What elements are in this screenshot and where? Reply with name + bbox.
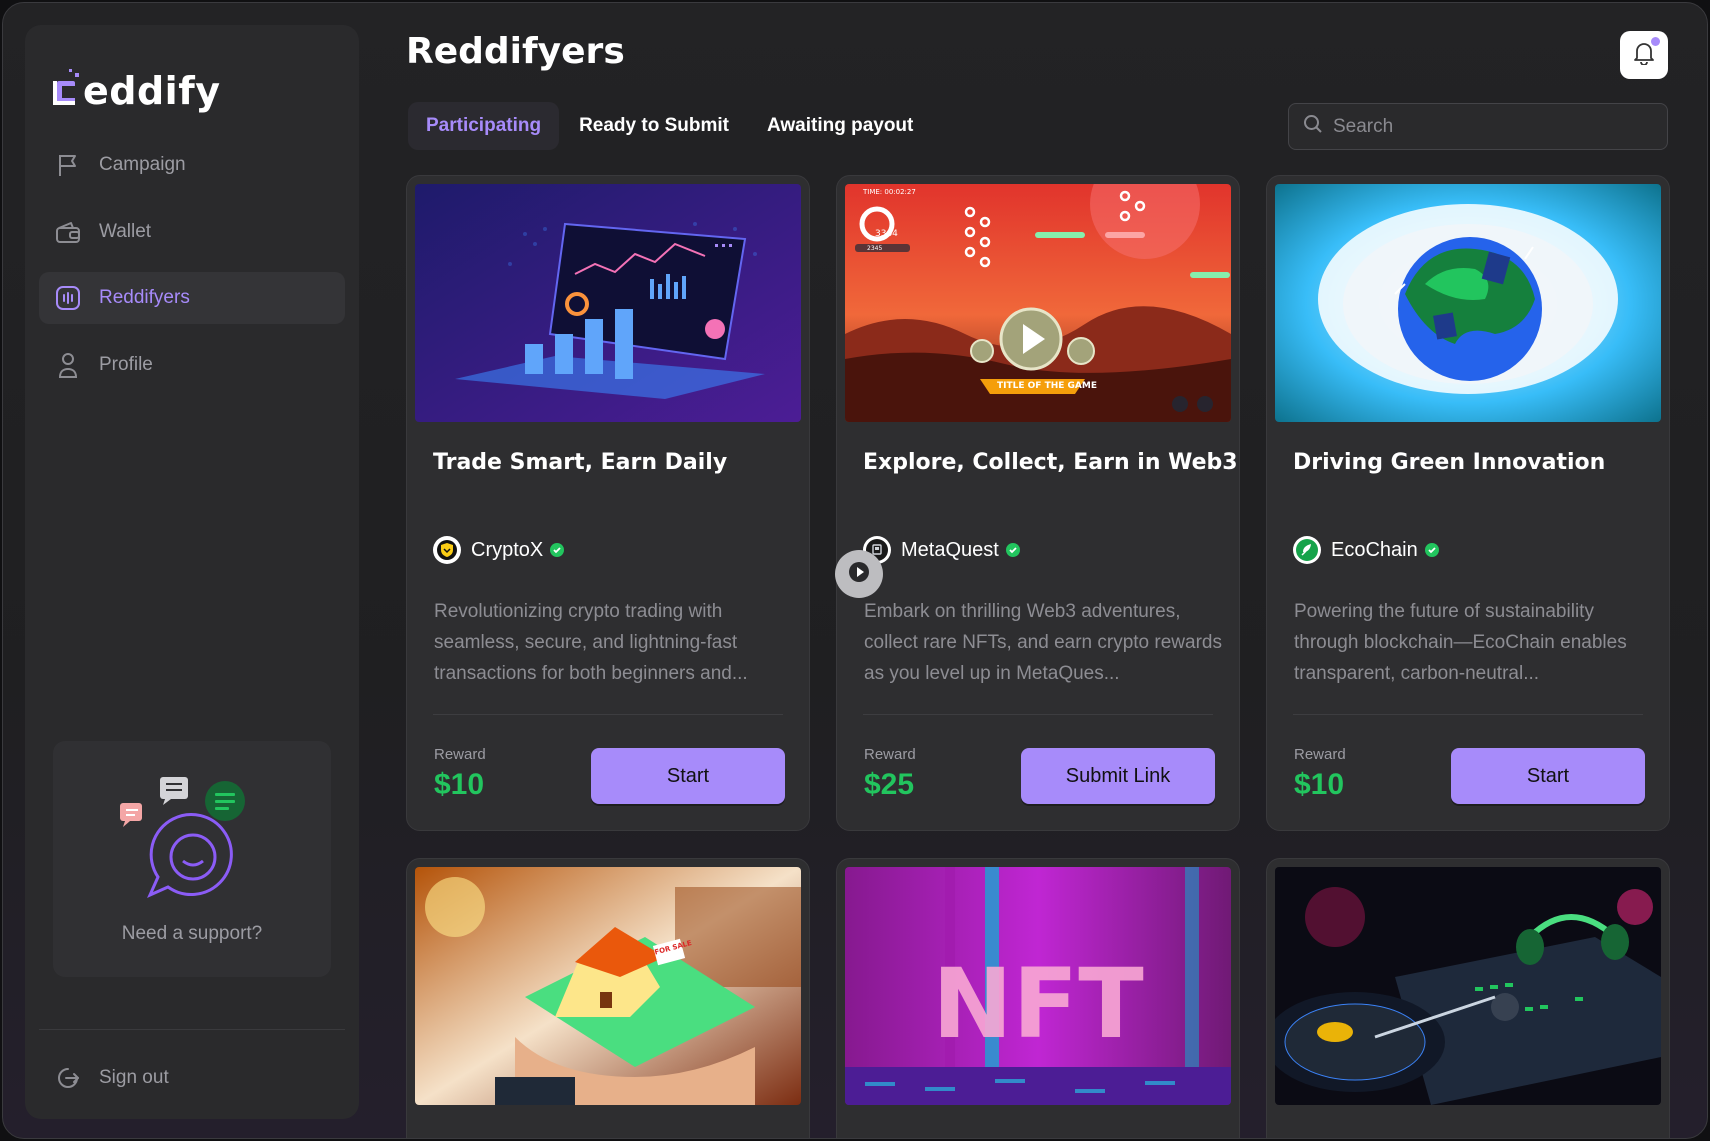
reward-value: $10 <box>1294 768 1345 801</box>
tab-bar: Participating Ready to Submit Awaiting p… <box>408 102 933 150</box>
game-score-text: 3364 <box>875 229 898 239</box>
support-label: Need a support? <box>121 923 263 944</box>
sidebar-item-wallet[interactable]: Wallet <box>39 206 345 258</box>
trading-dashboard-image <box>415 184 801 422</box>
brand-name: CryptoX <box>471 538 544 561</box>
campaign-card[interactable]: Trade Smart, Earn Daily CryptoX Revoluti… <box>406 175 810 831</box>
verified-badge-icon <box>1424 542 1440 558</box>
game-time-text: TIME: 00:02:27 <box>862 188 916 196</box>
campaign-title: Driving Green Innovation <box>1293 450 1606 475</box>
sidebar-nav: Campaign Wallet Reddifyers Profile <box>39 139 345 405</box>
audio-wave-icon <box>55 285 81 311</box>
tab-awaiting-payout[interactable]: Awaiting payout <box>749 102 931 150</box>
game-banner-text: TITLE OF THE GAME <box>997 381 1097 391</box>
card-divider <box>1293 714 1643 715</box>
play-icon <box>849 561 869 587</box>
reward-value: $25 <box>864 768 915 801</box>
brand-name: MetaQuest <box>901 538 999 561</box>
sign-out-label: Sign out <box>99 1067 169 1088</box>
notifications-button[interactable] <box>1620 31 1668 79</box>
reward-value: $10 <box>434 768 485 801</box>
brand: MetaQuest <box>863 536 1021 564</box>
cryptox-logo-icon <box>433 536 461 564</box>
page-title: Reddifyers <box>406 31 625 72</box>
nft-overlay-text: NFT <box>932 948 1143 1060</box>
sidebar: eddify Campaign Wallet Reddifyers Profil… <box>25 25 359 1119</box>
card-divider <box>433 714 783 715</box>
brand-name: EcoChain <box>1331 538 1418 561</box>
game-sub-text: 2345 <box>867 245 882 252</box>
logo-text: eddify <box>83 69 221 113</box>
ecochain-logo-icon <box>1293 536 1321 564</box>
search-icon <box>1303 114 1323 139</box>
wallet-icon <box>55 219 81 245</box>
start-button[interactable]: Start <box>591 748 785 804</box>
sign-out-icon <box>55 1065 81 1091</box>
reward-label: Reward <box>434 746 486 763</box>
reward-label: Reward <box>1294 746 1346 763</box>
sidebar-item-reddifyers[interactable]: Reddifyers <box>39 272 345 324</box>
campaign-description: Powering the future of sustainability th… <box>1294 601 1627 684</box>
sidebar-item-campaign[interactable]: Campaign <box>39 139 345 191</box>
verified-badge-icon <box>1005 542 1021 558</box>
nft-neon-image: NFT <box>845 867 1231 1105</box>
campaign-title: Trade Smart, Earn Daily <box>433 450 728 475</box>
campaign-description: Revolutionizing crypto trading with seam… <box>434 601 748 684</box>
campaign-title: Explore, Collect, Earn in Web3 <box>863 450 1238 475</box>
app-window: eddify Campaign Wallet Reddifyers Profil… <box>2 2 1708 1139</box>
logo[interactable]: eddify <box>53 51 293 123</box>
campaign-card[interactable]: FOR SALE <box>406 858 810 1138</box>
sidebar-item-label: Reddifyers <box>99 287 190 308</box>
campaign-card[interactable]: Driving Green Innovation EcoChain Poweri… <box>1266 175 1670 831</box>
campaign-card[interactable]: TIME: 00:02:27 3364 2345 TITLE OF THE GA… <box>836 175 1240 831</box>
brand: CryptoX <box>433 536 565 564</box>
campaign-card[interactable]: NFT <box>836 858 1240 1138</box>
house-on-phone-image: FOR SALE <box>415 867 801 1105</box>
sidebar-item-label: Campaign <box>99 154 186 175</box>
logo-mark-icon <box>53 65 81 109</box>
user-icon <box>55 352 81 378</box>
notification-dot <box>1651 37 1660 46</box>
flag-icon <box>55 152 81 178</box>
card-divider <box>863 714 1213 715</box>
reward-label: Reward <box>864 746 916 763</box>
start-button[interactable]: Start <box>1451 748 1645 804</box>
sign-out-button[interactable]: Sign out <box>55 1065 169 1091</box>
tab-ready-to-submit[interactable]: Ready to Submit <box>561 102 747 150</box>
play-button[interactable] <box>835 550 883 598</box>
sidebar-item-label: Profile <box>99 353 153 375</box>
campaign-card[interactable] <box>1266 858 1670 1138</box>
green-planet-image <box>1275 184 1661 422</box>
sidebar-divider <box>39 1029 345 1030</box>
campaign-description: Embark on thrilling Web3 adventures, col… <box>864 601 1222 684</box>
chat-support-icon <box>113 769 263 909</box>
dj-turntable-image <box>1275 867 1661 1105</box>
sidebar-item-profile[interactable]: Profile <box>39 339 345 391</box>
sidebar-item-label: Wallet <box>99 220 152 242</box>
search-input[interactable] <box>1333 115 1653 138</box>
tab-participating[interactable]: Participating <box>408 102 560 150</box>
support-card[interactable]: Need a support? <box>53 741 331 977</box>
verified-badge-icon <box>549 542 565 558</box>
brand: EcoChain <box>1293 536 1440 564</box>
game-screenshot-image: TIME: 00:02:27 3364 2345 TITLE OF THE GA… <box>845 184 1231 422</box>
search-box <box>1288 103 1668 150</box>
submit-link-button[interactable]: Submit Link <box>1021 748 1215 804</box>
